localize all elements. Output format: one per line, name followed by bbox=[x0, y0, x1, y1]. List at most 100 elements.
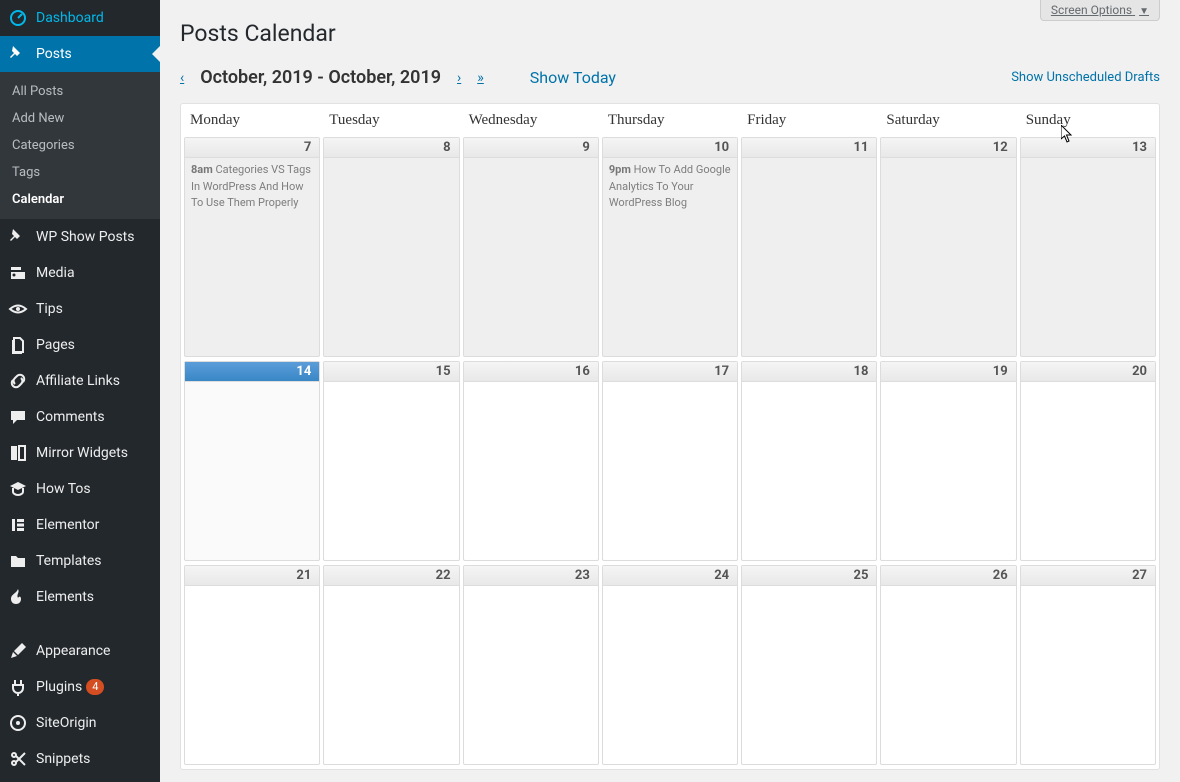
calendar-day-cell[interactable]: 11 bbox=[741, 137, 877, 357]
day-number: 22 bbox=[324, 566, 458, 586]
sidebar-item-dashboard[interactable]: Dashboard bbox=[0, 0, 160, 36]
day-number: 7 bbox=[185, 138, 319, 158]
calendar-day-cell[interactable]: 21 bbox=[184, 565, 320, 765]
elementor-icon bbox=[8, 515, 28, 535]
siteorigin-icon bbox=[8, 713, 28, 733]
submenu-item-categories[interactable]: Categories bbox=[0, 132, 160, 159]
sidebar-item-appearance[interactable]: Appearance bbox=[0, 633, 160, 669]
calendar-day-cell[interactable]: 14 bbox=[184, 361, 320, 561]
show-today-link[interactable]: Show Today bbox=[530, 68, 616, 87]
sidebar-item-how-tos[interactable]: How Tos bbox=[0, 471, 160, 507]
day-headers-row: MondayTuesdayWednesdayThursdayFridaySatu… bbox=[181, 104, 1159, 137]
day-number: 14 bbox=[185, 362, 319, 382]
sidebar-item-label: Posts bbox=[36, 46, 72, 62]
calendar-nav: ‹ October, 2019 - October, 2019 › » Show… bbox=[180, 57, 1160, 103]
flame-icon bbox=[8, 587, 28, 607]
sidebar-item-label: Dashboard bbox=[36, 10, 104, 26]
submenu-item-all-posts[interactable]: All Posts bbox=[0, 78, 160, 105]
calendar-day-cell[interactable]: 27 bbox=[1020, 565, 1156, 765]
show-unscheduled-drafts-link[interactable]: Show Unscheduled Drafts bbox=[1011, 70, 1160, 85]
sidebar-item-label: Mirror Widgets bbox=[36, 445, 128, 461]
posts-submenu: All PostsAdd NewCategoriesTagsCalendar bbox=[0, 72, 160, 219]
plugin-icon bbox=[8, 677, 28, 697]
calendar-day-cell[interactable]: 24 bbox=[602, 565, 738, 765]
day-header: Wednesday bbox=[463, 104, 599, 137]
pages-icon bbox=[8, 335, 28, 355]
sidebar-item-label: Elementor bbox=[36, 517, 99, 533]
admin-sidebar: Dashboard Posts All PostsAdd NewCategories… bbox=[0, 0, 160, 782]
day-number: 21 bbox=[185, 566, 319, 586]
submenu-item-add-new[interactable]: Add New bbox=[0, 105, 160, 132]
sidebar-item-label: Pages bbox=[36, 337, 75, 353]
calendar-day-cell[interactable]: 12 bbox=[880, 137, 1016, 357]
main-content: Screen Options ▼ Posts Calendar ‹ Octobe… bbox=[160, 0, 1180, 782]
day-number: 27 bbox=[1021, 566, 1155, 586]
calendar-day-cell[interactable]: 15 bbox=[323, 361, 459, 561]
dashboard-icon bbox=[8, 8, 28, 28]
day-header: Sunday bbox=[1020, 104, 1156, 137]
sidebar-item-mirror-widgets[interactable]: Mirror Widgets bbox=[0, 435, 160, 471]
sidebar-item-elementor[interactable]: Elementor bbox=[0, 507, 160, 543]
sidebar-item-media[interactable]: Media bbox=[0, 255, 160, 291]
sidebar-item-label: SiteOrigin bbox=[36, 715, 97, 731]
calendar-day-cell[interactable]: 16 bbox=[463, 361, 599, 561]
sidebar-item-affiliate-links[interactable]: Affiliate Links bbox=[0, 363, 160, 399]
jump-forward-button[interactable]: » bbox=[477, 70, 484, 86]
day-number: 24 bbox=[603, 566, 737, 586]
sidebar-item-label: Appearance bbox=[36, 643, 110, 659]
sidebar-item-elements[interactable]: Elements bbox=[0, 579, 160, 615]
submenu-item-calendar[interactable]: Calendar bbox=[0, 186, 160, 213]
sidebar-item-siteorigin[interactable]: SiteOrigin bbox=[0, 705, 160, 741]
sidebar-item-posts[interactable]: Posts bbox=[0, 36, 160, 72]
calendar-day-cell[interactable]: 78am Categories VS Tags In WordPress And… bbox=[184, 137, 320, 357]
calendar-day-cell[interactable]: 17 bbox=[602, 361, 738, 561]
calendar-event[interactable]: 9pm How To Add Google Analytics To Your … bbox=[603, 158, 737, 216]
sidebar-item-label: Elements bbox=[36, 589, 94, 605]
calendar-event[interactable]: 8am Categories VS Tags In WordPress And … bbox=[185, 158, 319, 216]
sidebar-item-templates[interactable]: Templates bbox=[0, 543, 160, 579]
calendar-day-cell[interactable]: 18 bbox=[741, 361, 877, 561]
day-number: 19 bbox=[881, 362, 1015, 382]
calendar-day-cell[interactable]: 25 bbox=[741, 565, 877, 765]
calendar-week-row: 14151617181920 bbox=[181, 361, 1159, 565]
calendar-day-cell[interactable]: 13 bbox=[1020, 137, 1156, 357]
submenu-item-tags[interactable]: Tags bbox=[0, 159, 160, 186]
calendar-week-row: 78am Categories VS Tags In WordPress And… bbox=[181, 137, 1159, 361]
sidebar-item-label: Snippets bbox=[36, 751, 90, 767]
sidebar-item-plugins[interactable]: Plugins4 bbox=[0, 669, 160, 705]
sidebar-item-label: How Tos bbox=[36, 481, 91, 497]
day-number: 18 bbox=[742, 362, 876, 382]
chevron-down-icon: ▼ bbox=[1139, 6, 1149, 17]
day-number: 16 bbox=[464, 362, 598, 382]
sidebar-item-label: Plugins bbox=[36, 679, 82, 695]
day-header: Tuesday bbox=[323, 104, 459, 137]
sidebar-item-wp-show-posts[interactable]: WP Show Posts bbox=[0, 219, 160, 255]
screen-options-tab[interactable]: Screen Options ▼ bbox=[1040, 0, 1160, 21]
day-header: Thursday bbox=[602, 104, 738, 137]
scissors-icon bbox=[8, 749, 28, 769]
media-icon bbox=[8, 263, 28, 283]
day-number: 17 bbox=[603, 362, 737, 382]
day-number: 23 bbox=[464, 566, 598, 586]
calendar-day-cell[interactable]: 20 bbox=[1020, 361, 1156, 561]
page-title: Posts Calendar bbox=[180, 0, 1160, 57]
pin-icon bbox=[8, 227, 28, 247]
calendar-day-cell[interactable]: 9 bbox=[463, 137, 599, 357]
prev-period-button[interactable]: ‹ bbox=[180, 70, 184, 86]
brush-icon bbox=[8, 641, 28, 661]
screen-options-label: Screen Options bbox=[1051, 3, 1132, 17]
calendar-day-cell[interactable]: 26 bbox=[880, 565, 1016, 765]
sidebar-item-label: Affiliate Links bbox=[36, 373, 120, 389]
calendar-day-cell[interactable]: 22 bbox=[323, 565, 459, 765]
day-number: 13 bbox=[1021, 138, 1155, 158]
calendar-day-cell[interactable]: 109pm How To Add Google Analytics To You… bbox=[602, 137, 738, 357]
sidebar-item-snippets[interactable]: Snippets bbox=[0, 741, 160, 777]
calendar-day-cell[interactable]: 23 bbox=[463, 565, 599, 765]
event-time: 8am bbox=[191, 163, 213, 176]
calendar-day-cell[interactable]: 8 bbox=[323, 137, 459, 357]
sidebar-item-comments[interactable]: Comments bbox=[0, 399, 160, 435]
calendar-day-cell[interactable]: 19 bbox=[880, 361, 1016, 561]
sidebar-item-pages[interactable]: Pages bbox=[0, 327, 160, 363]
next-period-button[interactable]: › bbox=[457, 70, 461, 86]
sidebar-item-tips[interactable]: Tips bbox=[0, 291, 160, 327]
